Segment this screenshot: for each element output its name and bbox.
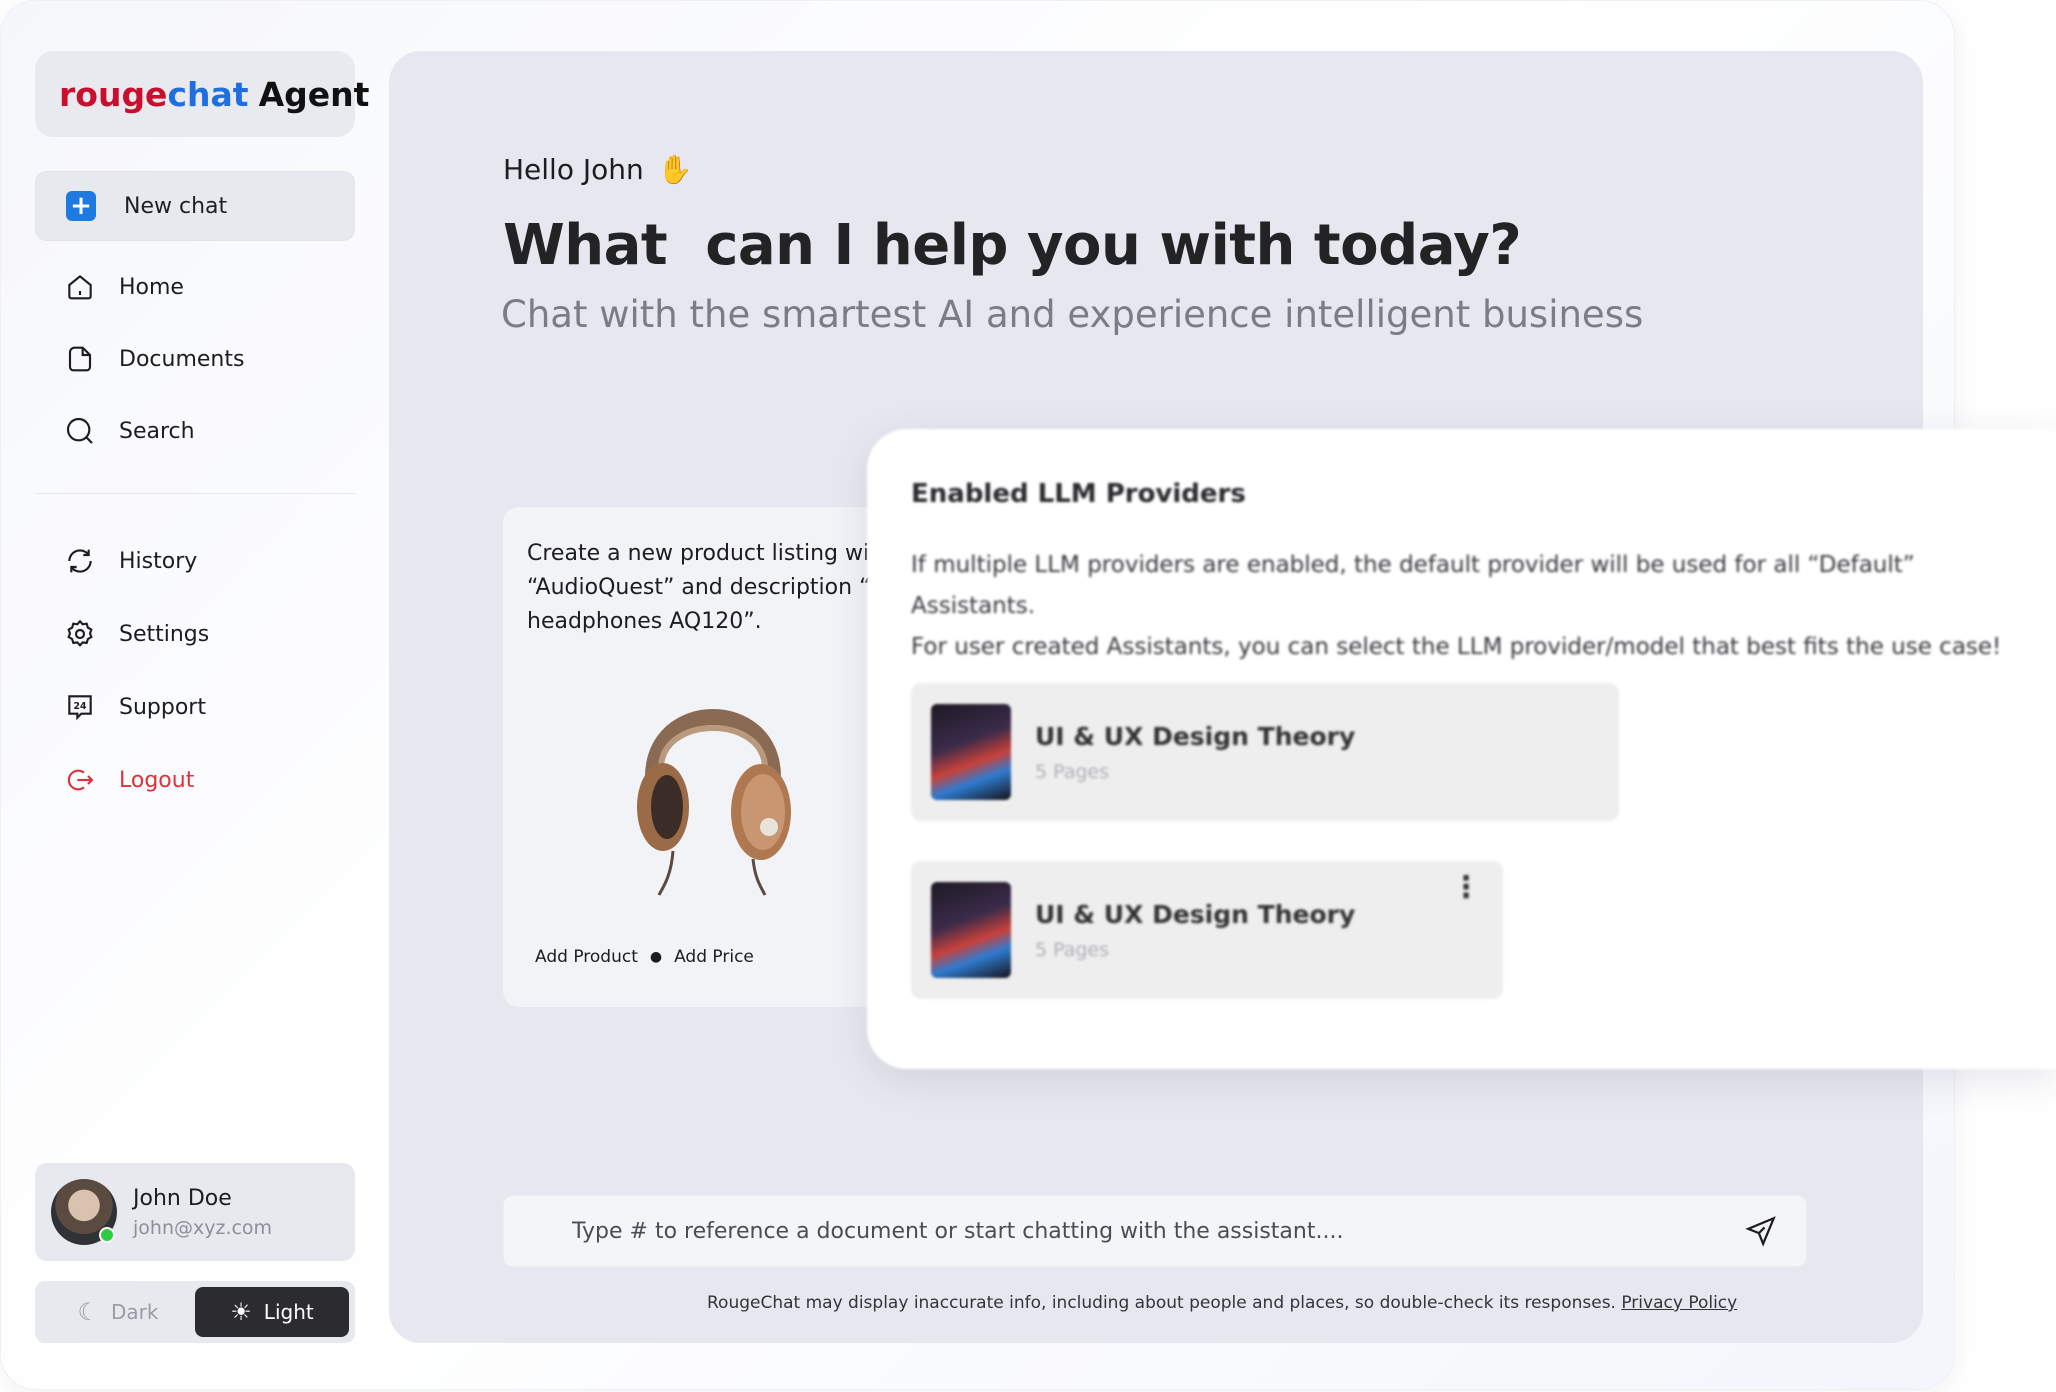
- gear-icon: [63, 617, 97, 651]
- greeting: Hello John ✋: [503, 153, 693, 186]
- sidebar-item-label: History: [119, 548, 198, 574]
- sidebar-item-documents[interactable]: Documents: [63, 339, 244, 379]
- disclaimer-text: RougeChat may display inaccurate info, i…: [707, 1293, 1616, 1313]
- sidebar-item-support[interactable]: 24 Support: [63, 687, 206, 727]
- avatar: [51, 1179, 117, 1245]
- prompt-actions: Add Product ● Add Price: [535, 947, 754, 967]
- page-subtitle: Chat with the smartest AI and experience…: [501, 293, 1644, 336]
- user-name: John Doe: [133, 1185, 232, 1211]
- plus-icon: +: [66, 191, 96, 221]
- app-window: rouge chat Agent + New chat Home Documents…: [0, 0, 2056, 1390]
- document-meta: 5 Pages: [1035, 938, 1110, 961]
- logo-rouge: rouge: [59, 74, 168, 114]
- history-icon: [63, 544, 97, 578]
- document-icon: [63, 342, 97, 376]
- sidebar-item-search[interactable]: Search: [63, 411, 195, 451]
- llm-description-line-1: If multiple LLM providers are enabled, t…: [911, 552, 1915, 619]
- sidebar-divider: [35, 493, 355, 494]
- brand-logo[interactable]: rouge chat Agent: [35, 51, 369, 137]
- dark-mode-button[interactable]: ☾ Dark: [41, 1287, 195, 1337]
- search-icon: [63, 414, 97, 448]
- document-thumbnail: [931, 704, 1011, 800]
- headphones-image: [637, 709, 791, 896]
- sidebar-item-label: Support: [119, 694, 206, 720]
- document-title: UI & UX Design Theory: [1035, 899, 1356, 929]
- wave-icon: ✋: [657, 153, 693, 186]
- separator-dot: ●: [649, 949, 663, 965]
- new-chat-label: New chat: [124, 193, 228, 219]
- more-options-icon[interactable]: ⋮: [1451, 873, 1481, 903]
- sidebar-item-label: Logout: [119, 767, 195, 793]
- moon-icon: ☾: [77, 1298, 100, 1326]
- online-status-dot: [99, 1227, 115, 1243]
- sidebar-item-settings[interactable]: Settings: [63, 614, 209, 654]
- document-title: UI & UX Design Theory: [1035, 721, 1356, 751]
- llm-providers-panel: Enabled LLM Providers If multiple LLM pr…: [867, 429, 2056, 1069]
- sidebar-item-logout[interactable]: Logout: [63, 760, 194, 800]
- prompt-suggestion-card[interactable]: Create a new product listing with name “…: [503, 507, 923, 1007]
- document-card[interactable]: UI & UX Design Theory 5 Pages: [911, 683, 1619, 821]
- sidebar-item-history[interactable]: History: [63, 541, 197, 581]
- greeting-text: Hello John: [503, 153, 644, 186]
- home-icon: [63, 270, 97, 304]
- dark-mode-label: Dark: [111, 1300, 159, 1324]
- document-card[interactable]: UI & UX Design Theory 5 Pages ⋮: [911, 861, 1503, 999]
- add-product-action[interactable]: Add Product: [535, 947, 638, 967]
- svg-text:24: 24: [74, 701, 87, 712]
- disclaimer: RougeChat may display inaccurate info, i…: [707, 1293, 1737, 1313]
- theme-toggle: ☾ Dark ☀ Light: [35, 1281, 355, 1343]
- document-meta: 5 Pages: [1035, 760, 1110, 783]
- llm-panel-title: Enabled LLM Providers: [911, 479, 1246, 509]
- prompt-text: Create a new product listing with name “…: [527, 541, 923, 634]
- new-chat-button[interactable]: + New chat: [35, 171, 355, 241]
- sidebar-item-home[interactable]: Home: [63, 267, 184, 307]
- logout-icon: [63, 763, 97, 797]
- send-icon[interactable]: [1744, 1214, 1778, 1248]
- user-email: john@xyz.com: [133, 1216, 273, 1239]
- logo-chat: chat: [167, 74, 249, 114]
- sidebar-item-label: Settings: [119, 621, 210, 647]
- page-title: What can I help you with today?: [503, 213, 1522, 278]
- llm-panel-description: If multiple LLM providers are enabled, t…: [911, 545, 2021, 668]
- add-price-action[interactable]: Add Price: [674, 947, 754, 967]
- user-profile-card[interactable]: John Doe john@xyz.com: [35, 1163, 355, 1261]
- llm-description-line-2: For user created Assistants, you can sel…: [911, 634, 2002, 660]
- logo-agent: Agent: [258, 74, 370, 114]
- privacy-policy-link[interactable]: Privacy Policy: [1621, 1293, 1737, 1313]
- chat-input[interactable]: [572, 1218, 1744, 1244]
- support-24-icon: 24: [63, 690, 97, 724]
- light-mode-label: Light: [263, 1300, 314, 1324]
- chat-input-bar: [503, 1195, 1807, 1267]
- light-mode-button[interactable]: ☀ Light: [195, 1287, 349, 1337]
- sidebar-item-label: Documents: [119, 346, 245, 372]
- sidebar-item-label: Search: [119, 418, 195, 444]
- sidebar-item-label: Home: [119, 274, 184, 300]
- document-thumbnail: [931, 882, 1011, 978]
- sun-icon: ☀: [230, 1298, 252, 1326]
